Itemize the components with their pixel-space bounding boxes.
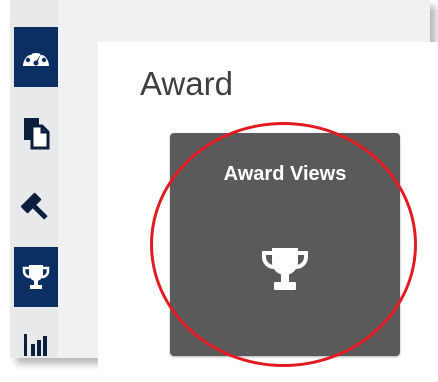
award-views-tile[interactable]: Award Views: [170, 133, 400, 356]
sidebar-item-gavel[interactable]: [14, 178, 58, 238]
sidebar-item-dashboard[interactable]: [14, 27, 58, 87]
sidebar-item-award[interactable]: [14, 247, 58, 307]
sidebar-item-documents[interactable]: [14, 103, 58, 163]
gavel-icon: [20, 192, 48, 220]
dashboard-icon: [23, 47, 49, 66]
bar-chart-icon: [24, 334, 47, 356]
sidebar-item-reports[interactable]: [14, 318, 58, 358]
documents-icon: [24, 118, 50, 150]
page-title: Award: [140, 65, 233, 102]
trophy-icon: [262, 248, 308, 290]
tile-title: Award Views: [223, 163, 347, 185]
trophy-icon: [22, 265, 50, 289]
